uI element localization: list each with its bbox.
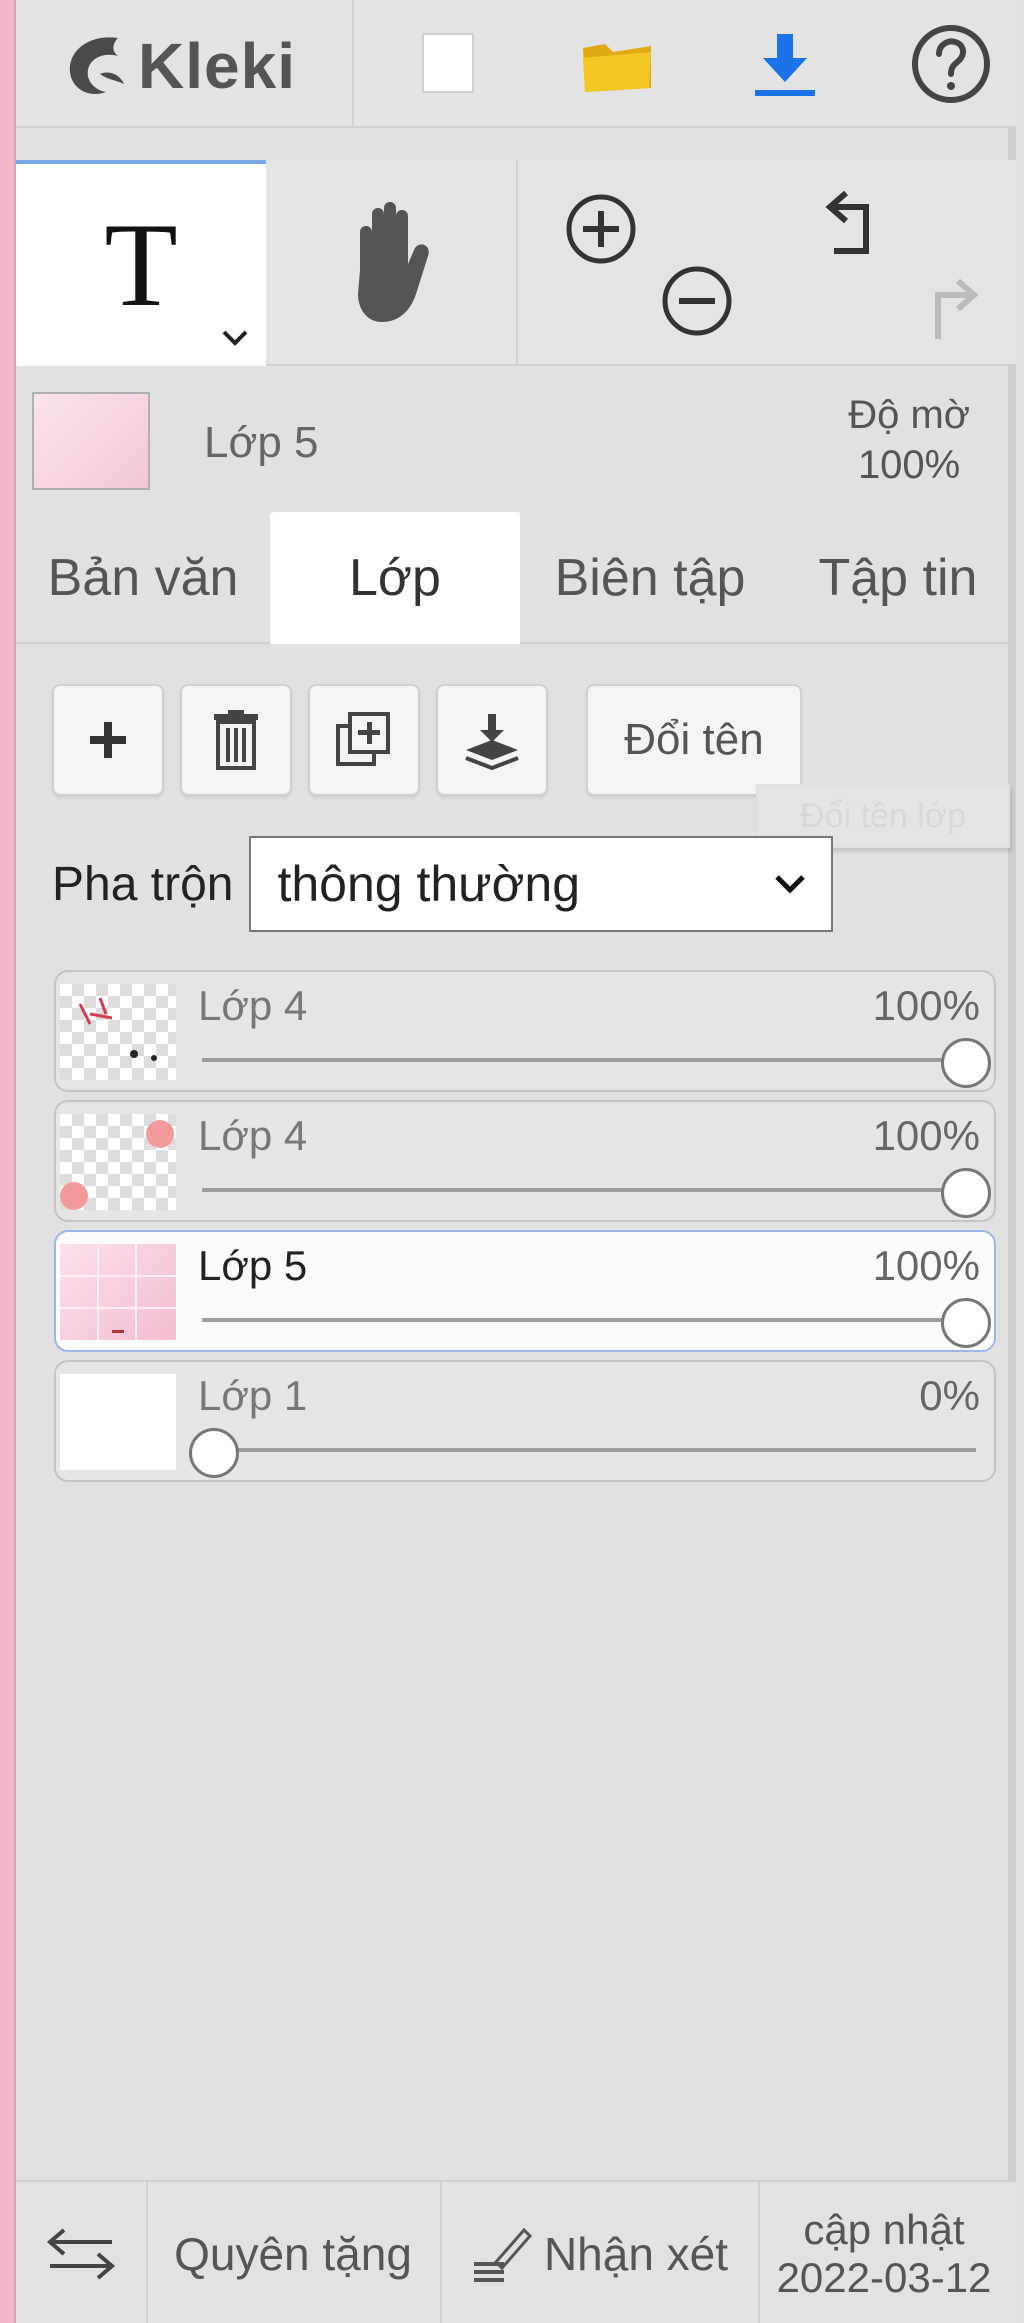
help-button[interactable] — [896, 18, 1006, 110]
footer: Quyên tặng Nhận xét cập nhật 2022-03-12 — [16, 2180, 1016, 2323]
panel-tabs: Bản văn Lớp Biên tập Tập tin — [16, 512, 1016, 644]
opacity-readout: Độ mờ 100% — [848, 390, 970, 490]
feedback-label: Nhận xét — [543, 2227, 729, 2280]
update-date: 2022-03-12 — [776, 2253, 992, 2301]
tab-edit[interactable]: Biên tập — [520, 512, 780, 644]
zoom-out-button[interactable] — [652, 256, 742, 346]
delete-layer-button[interactable] — [180, 684, 292, 796]
zoom-in-icon — [566, 194, 636, 264]
opacity-slider-handle[interactable] — [941, 1298, 991, 1348]
merge-down-button[interactable] — [436, 684, 548, 796]
donate-link[interactable]: Quyên tặng — [148, 2182, 438, 2323]
blend-mode-select[interactable]: thông thường — [249, 836, 834, 932]
blend-mode-row: Pha trộn thông thường — [52, 836, 834, 932]
swap-side-button[interactable] — [16, 2182, 146, 2323]
canvas-edge — [0, 0, 16, 2323]
opacity-slider-handle[interactable] — [941, 1038, 991, 1088]
text-tool-button[interactable]: T — [16, 160, 266, 366]
duplicate-layer-button[interactable] — [308, 684, 420, 796]
kleki-logo[interactable]: Kleki — [60, 22, 296, 110]
opacity-slider-handle[interactable] — [941, 1168, 991, 1218]
redo-button[interactable] — [896, 264, 1006, 354]
current-layer-name: Lớp 5 — [204, 418, 319, 467]
hand-tool-button[interactable] — [266, 160, 516, 366]
opacity-slider-track[interactable] — [202, 1188, 976, 1192]
layer-name: Lớp 1 — [198, 1372, 308, 1419]
layer-name: Lớp 4 — [198, 982, 308, 1029]
layer-row[interactable]: Lớp 1 0% — [54, 1360, 996, 1482]
layer-opacity: 100% — [872, 982, 980, 1029]
download-button[interactable] — [730, 18, 840, 110]
feedback-link[interactable]: Nhận xét — [442, 2182, 756, 2323]
download-icon — [755, 34, 815, 96]
opacity-value: 100% — [857, 443, 961, 487]
opacity-slider-track[interactable] — [202, 1448, 976, 1452]
plus-icon — [90, 722, 126, 758]
layer-thumbnail — [32, 392, 150, 490]
opacity-label: Độ mờ — [848, 393, 970, 437]
opacity-slider-track[interactable] — [202, 1058, 976, 1062]
zoom-out-icon — [662, 266, 732, 336]
zoom-in-button[interactable] — [556, 184, 646, 274]
layer-row[interactable]: Lớp 4 100% — [54, 970, 996, 1092]
layer-thumbnail — [60, 1374, 176, 1470]
side-panel: Kleki T Lớp 5 Độ mờ 100% Bản văn Lớp Biê… — [16, 0, 1016, 2323]
layer-name: Lớp 5 — [198, 1242, 308, 1289]
tool-row: T — [16, 160, 1016, 366]
opacity-slider-handle[interactable] — [189, 1428, 239, 1478]
update-label: cập nhật — [803, 2205, 965, 2253]
chevron-down-icon — [775, 875, 806, 894]
layer-thumbnail — [60, 1244, 176, 1340]
undo-icon — [825, 190, 869, 254]
duplicate-icon — [336, 712, 390, 766]
tab-layers[interactable]: Lớp — [270, 512, 520, 644]
rename-layer-button[interactable]: Đổi tên — [586, 684, 802, 796]
divider — [352, 0, 354, 128]
layer-row[interactable]: Lớp 4 100% — [54, 1100, 996, 1222]
swap-arrows-icon — [46, 2227, 116, 2280]
divider — [516, 160, 518, 366]
blend-mode-value: thông thường — [277, 856, 581, 912]
trash-icon — [214, 710, 258, 770]
new-image-button[interactable] — [394, 18, 504, 110]
tab-file[interactable]: Tập tin — [780, 512, 1016, 644]
help-icon — [912, 25, 990, 103]
blend-mode-label: Pha trộn — [52, 857, 234, 911]
layer-name: Lớp 4 — [198, 1112, 308, 1159]
merge-down-icon — [465, 714, 519, 770]
hand-icon — [358, 202, 429, 322]
layer-opacity: 0% — [919, 1372, 980, 1419]
layer-thumbnail — [60, 1114, 176, 1210]
top-bar: Kleki — [16, 0, 1016, 128]
text-tool-icon: T — [104, 198, 178, 331]
layer-opacity: 100% — [872, 1112, 980, 1159]
opacity-slider-track[interactable] — [202, 1318, 976, 1322]
update-info[interactable]: cập nhật 2022-03-12 — [760, 2182, 1008, 2323]
feedback-icon — [473, 2227, 532, 2282]
layer-row[interactable]: Lớp 5 100% — [54, 1230, 996, 1352]
current-layer-preview: Lớp 5 Độ mờ 100% — [16, 368, 1016, 498]
redo-icon — [935, 278, 979, 339]
kleki-logo-icon — [69, 37, 124, 94]
chevron-down-icon[interactable] — [220, 328, 250, 348]
open-button[interactable] — [562, 18, 672, 110]
undo-button[interactable] — [796, 178, 906, 268]
new-image-icon — [422, 33, 474, 93]
tab-text[interactable]: Bản văn — [16, 512, 270, 644]
open-folder-icon — [583, 44, 651, 92]
layer-opacity: 100% — [872, 1242, 980, 1289]
add-layer-button[interactable] — [52, 684, 164, 796]
app-name: Kleki — [138, 30, 296, 102]
layer-thumbnail — [60, 984, 176, 1080]
